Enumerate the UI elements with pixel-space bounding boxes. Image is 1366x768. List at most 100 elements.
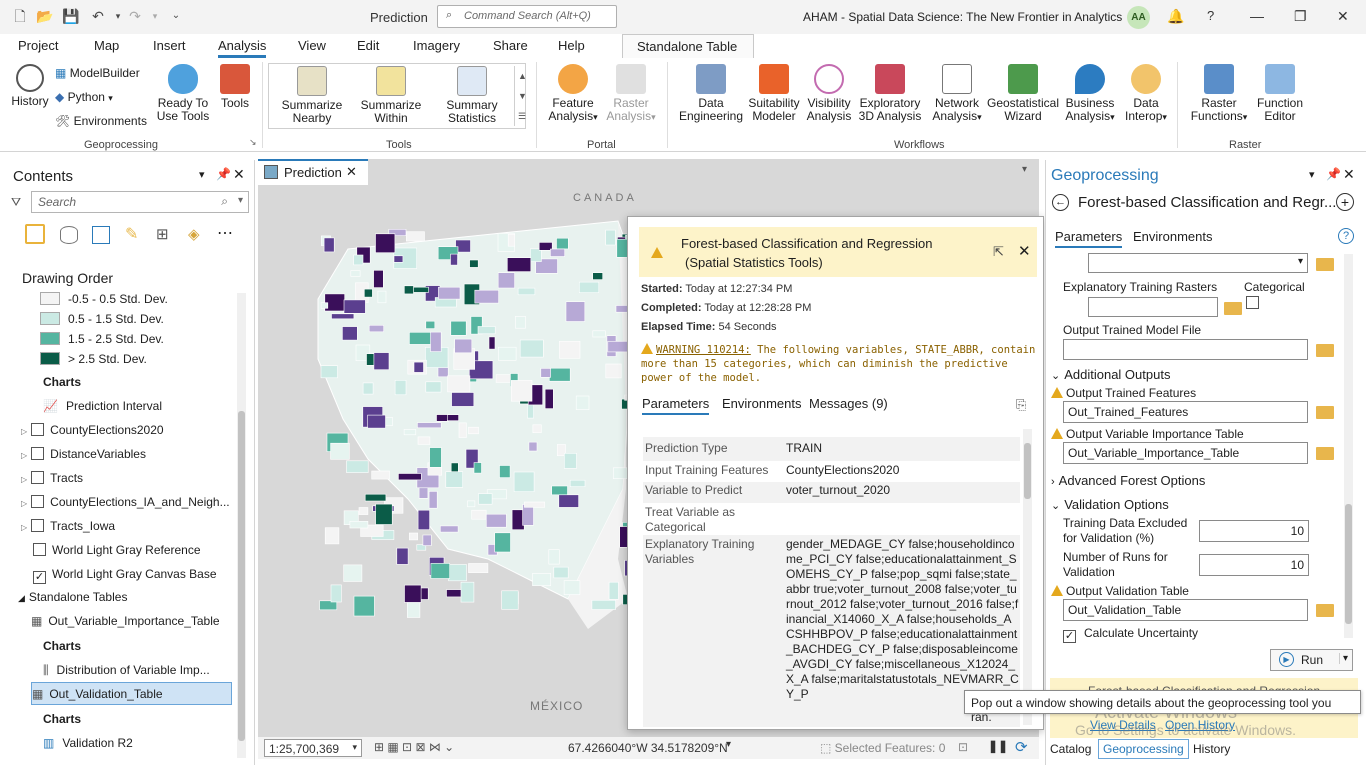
runs-input[interactable]: 10 [1199, 554, 1309, 576]
function-editor-button[interactable]: Function Editor [1252, 64, 1308, 123]
open-folder-icon[interactable]: 📂 [36, 8, 53, 24]
map-tabs-dropdown-icon[interactable]: ▾ [1022, 164, 1027, 175]
table-out-validation[interactable]: ▦ Out_Validation_Table [31, 682, 232, 705]
tab-analysis[interactable]: Analysis [218, 38, 267, 58]
browse-folder-icon[interactable] [1224, 302, 1242, 315]
refresh-toggle-icon[interactable]: ⊡ [958, 740, 968, 754]
coordinate-system-dropdown-icon[interactable]: ▾ [726, 739, 731, 750]
redo-dropdown-icon[interactable]: ▾ [147, 8, 163, 24]
standalone-tables-group[interactable]: ◢ Standalone Tables [18, 590, 127, 604]
bottom-tab-history[interactable]: History [1193, 742, 1230, 756]
gp-tab-environments[interactable]: Environments [1133, 229, 1212, 244]
pane-menu-icon[interactable]: ▾ [1309, 168, 1315, 181]
out-importance-input[interactable]: Out_Variable_Importance_Table [1063, 442, 1308, 464]
bottom-tab-catalog[interactable]: Catalog [1050, 742, 1091, 756]
advanced-forest-section[interactable]: › Advanced Forest Options [1051, 473, 1205, 488]
browse-folder-icon[interactable] [1316, 604, 1334, 617]
tab-standalone-table[interactable]: Standalone Table [622, 34, 754, 58]
expand-arrow-icon[interactable]: ▷ [21, 451, 27, 460]
layer-visibility-checkbox[interactable]: ✓ [33, 571, 46, 584]
close-icon[interactable]: ✕ [346, 164, 357, 180]
validation-options-section[interactable]: ⌄ Validation Options [1051, 497, 1169, 512]
expand-arrow-icon[interactable]: ▷ [21, 499, 27, 508]
grid-tools-icon[interactable]: ⊞ ▦ ⊡ ⊠ ⋈ ⌄ [374, 740, 454, 754]
more-options-icon[interactable]: ⋯ [217, 223, 233, 243]
pause-drawing-icon[interactable]: ❚❚ [988, 739, 1008, 753]
browse-folder-icon[interactable] [1316, 406, 1334, 419]
undo-dropdown-icon[interactable]: ▾ [110, 8, 126, 24]
browse-folder-icon[interactable] [1316, 344, 1334, 357]
popup-tab-environments[interactable]: Environments [722, 396, 801, 411]
summary-statistics-button[interactable]: Summary Statistics [436, 66, 508, 125]
pin-icon[interactable]: 📌 [216, 167, 231, 181]
warning-code-link[interactable]: WARNING 110214: [656, 344, 751, 356]
tab-insert[interactable]: Insert [153, 38, 186, 53]
refresh-icon[interactable]: ⟳ [1015, 738, 1028, 756]
tab-help[interactable]: Help [558, 38, 585, 53]
list-by-data-source-icon[interactable] [60, 226, 78, 244]
popup-tab-parameters[interactable]: Parameters [642, 396, 710, 415]
environments-button[interactable]: 🛠 Environments [55, 114, 147, 128]
run-button[interactable]: ▶ Run ▾ [1270, 649, 1353, 671]
layer-item[interactable]: ▷ CountyElections2020 [21, 423, 164, 437]
add-icon[interactable]: + [1336, 193, 1354, 211]
tab-share[interactable]: Share [493, 38, 528, 53]
map-tab-prediction[interactable]: Prediction ✕ [258, 159, 368, 185]
new-project-icon[interactable]: 🗋 [12, 8, 28, 24]
business-analysis-button[interactable]: Business Analysis▾ [1060, 64, 1120, 124]
contents-scrollbar[interactable] [237, 293, 246, 758]
expand-arrow-icon[interactable]: ▷ [21, 475, 27, 484]
visibility-analysis-button[interactable]: Visibility Analysis [802, 64, 856, 123]
help-icon[interactable]: ? [1338, 228, 1354, 244]
ready-to-use-tools-button[interactable]: Ready To Use Tools [156, 64, 210, 123]
chart-validation-r2[interactable]: ▥ Validation R2 [43, 736, 133, 750]
restore-icon[interactable]: ❐ [1294, 8, 1307, 25]
tab-edit[interactable]: Edit [357, 38, 379, 53]
filter-icon[interactable]: ⛛ [11, 195, 21, 210]
tab-project[interactable]: Project [18, 38, 58, 53]
layer-item[interactable]: ▷ DistanceVariables [21, 447, 146, 461]
layer-visibility-checkbox[interactable] [31, 519, 45, 532]
expand-arrow-icon[interactable]: ▷ [21, 523, 27, 532]
layer-visibility-checkbox[interactable] [31, 471, 45, 484]
gp-scrollbar[interactable] [1344, 254, 1353, 638]
layer-item[interactable]: World Light Gray Reference [33, 543, 201, 557]
copy-icon[interactable]: ⎘ [1016, 397, 1026, 413]
dialog-launcher-icon[interactable]: ↘ [249, 137, 257, 148]
pane-menu-icon[interactable]: ▾ [199, 168, 205, 181]
geostatistical-wizard-button[interactable]: Geostatistical Wizard [986, 64, 1060, 123]
gallery-scroll[interactable]: ▲ ▼ ☰ [514, 66, 527, 126]
layer-visibility-checkbox[interactable] [31, 495, 45, 508]
close-icon[interactable]: ✕ [233, 166, 245, 183]
explanatory-rasters-input[interactable] [1088, 297, 1218, 317]
close-window-icon[interactable]: ✕ [1337, 8, 1349, 25]
data-engineering-button[interactable]: Data Engineering [676, 64, 746, 123]
scale-selector[interactable]: 1:25,700,369 ▾ [264, 739, 362, 757]
redo-icon[interactable]: ↷ [127, 8, 143, 24]
layer-visibility-checkbox[interactable] [33, 543, 46, 556]
layer-visibility-checkbox[interactable] [31, 423, 45, 436]
chart-prediction-interval[interactable]: 📈 Prediction Interval [43, 399, 162, 413]
output-model-input[interactable] [1063, 339, 1308, 360]
popup-scrollbar[interactable] [1023, 429, 1032, 725]
network-analysis-button[interactable]: Network Analysis▾ [926, 64, 988, 124]
browse-folder-icon[interactable] [1316, 447, 1334, 460]
calc-uncertainty-checkbox[interactable]: ✓ Calculate Uncertainty [1063, 626, 1198, 643]
summarize-nearby-button[interactable]: Summarize Nearby [276, 66, 348, 125]
list-by-labeling-icon[interactable]: ◈ [188, 225, 200, 243]
close-icon[interactable]: ✕ [1343, 166, 1355, 183]
layer-item[interactable]: ▷ Tracts [21, 471, 83, 485]
customize-toolbar-icon[interactable]: ⌄ [168, 8, 184, 24]
tab-imagery[interactable]: Imagery [413, 38, 460, 53]
layer-item[interactable]: ✓ World Light Gray Canvas Base [33, 567, 217, 584]
pin-icon[interactable]: 📌 [1326, 167, 1341, 181]
exploratory-3d-analysis-button[interactable]: Exploratory 3D Analysis [854, 64, 926, 123]
avatar[interactable]: AA [1127, 6, 1150, 29]
list-by-editing-icon[interactable]: ✎ [125, 224, 138, 244]
gp-tab-parameters[interactable]: Parameters [1055, 229, 1123, 248]
history-button[interactable]: History [8, 64, 52, 108]
additional-outputs-section[interactable]: ⌄ Additional Outputs [1051, 367, 1170, 382]
raster-functions-button[interactable]: Raster Functions▾ [1184, 64, 1254, 124]
modelbuilder-button[interactable]: ▦ ModelBuilder [55, 66, 140, 80]
data-interop-button[interactable]: Data Interop▾ [1120, 64, 1172, 124]
